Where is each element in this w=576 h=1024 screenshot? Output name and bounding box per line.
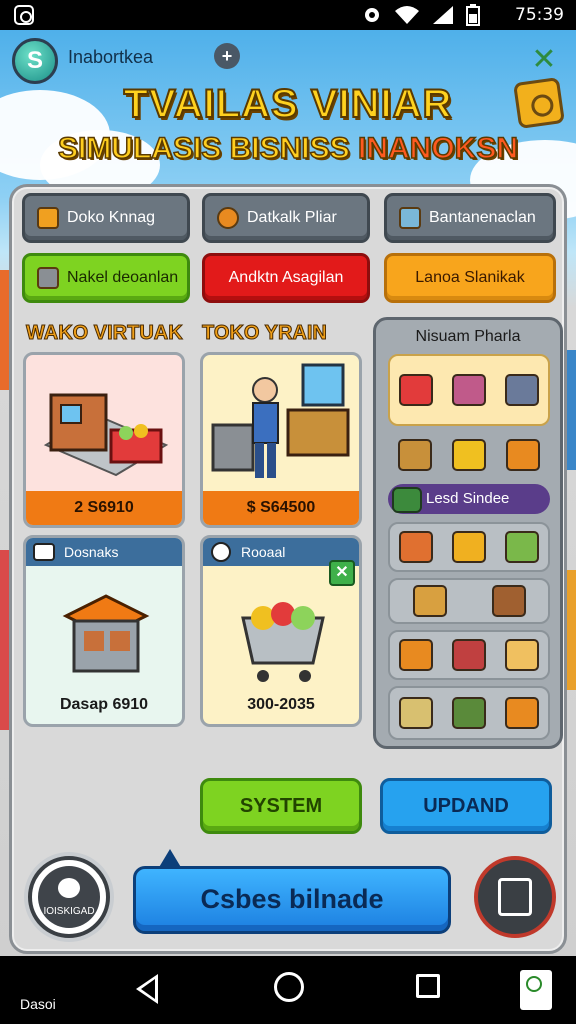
section-label-middle: TOKO YRAIN [202,322,328,345]
shelf-item [451,374,486,406]
card-header-label: Rooaal [241,544,286,560]
item-slot[interactable] [388,522,550,572]
game-screen: S Inabortkea + ✕ TVAILAS VINIAR SIMULASI… [0,30,576,956]
side-panel-label[interactable]: Lesd Sindee [388,484,550,514]
stand-item [398,439,432,471]
home-icon[interactable] [274,972,304,1002]
recent-apps-icon[interactable] [416,974,440,998]
widget-icon[interactable] [520,970,552,1010]
tab-andktn-asagilan[interactable]: Andktn Asagilan [202,253,370,303]
tab-doko-knnag[interactable]: Doko Knnag [22,193,190,243]
item-slot[interactable] [388,578,550,624]
crate-icon [399,207,421,229]
wifi-icon [395,6,419,24]
shop-icon [37,207,59,229]
game-subtitle: SIMULASIS BISNISS INANOKSN [0,131,576,166]
app-notification-icon [14,5,34,25]
tab-lanoa-slanikak[interactable]: Lanoa Slanikak [384,253,556,303]
box-icon [37,267,59,289]
main-action-button[interactable]: Csbes bilnade [133,849,451,934]
chair-item [491,585,526,617]
side-panel-title: Nisuam Pharla [415,328,521,345]
player-name: Inabortkea [68,47,154,67]
add-button[interactable]: + [214,43,240,69]
tab-label: Andktn Asagilan [228,269,344,286]
tab-bantanenaclan[interactable]: Bantanenaclan [384,193,556,243]
close-icon[interactable]: ✕ [329,560,355,586]
tab-label: Bantanenaclan [429,209,536,226]
item-slot[interactable] [388,432,550,478]
card-price: 2 S6910 [26,491,182,525]
kiosk-illustration [62,594,150,673]
navigation-bar: Dasoi [0,956,576,1024]
check-badge-icon [211,542,231,562]
player-badge-icon[interactable]: S [12,38,58,84]
shopkeeper-illustration [211,363,350,478]
shopping-cart-illustration [241,602,325,682]
tab-label: Nakel deoanlan [67,269,179,286]
status-time: 75:39 [515,5,564,25]
card-header-label: Dosnaks [64,544,119,560]
coin-bag-icon [217,207,239,229]
cart-item [504,374,539,406]
card-price: $ S64500 [203,491,359,525]
plant-item [451,697,486,729]
tab-label: Datkalk Pliar [247,209,337,226]
nav-label: Dasoi [20,996,56,1012]
section-label-left: WAKO VIRTUAK [26,322,184,345]
shop-card-rooaal[interactable]: Rooaal ✕ 300-2035 [200,535,362,727]
fridge-item [451,639,486,671]
exit-round-button[interactable] [474,856,556,938]
subtitle-part-2: INANOKSN [357,131,519,166]
profile-round-label: IOISKIGAD [38,866,100,928]
back-icon[interactable] [136,974,158,1004]
bucket-item [504,639,539,671]
stool-item [504,697,539,729]
tab-label: Lanoa Slanikak [415,269,525,286]
system-button[interactable]: SYSTEM [200,778,362,834]
bread-item [399,531,434,563]
update-button[interactable]: UPDAND [380,778,552,834]
shop-card-dosnaks[interactable]: Dosnaks Dasap 6910 [23,535,185,727]
fruit-box-item [399,639,434,671]
notification-icon [365,8,379,22]
tab-nakel-deoanlan[interactable]: Nakel deoanlan [22,253,190,303]
battery-icon [466,4,480,26]
crate-item [452,439,486,471]
side-panel: Nisuam Pharla Lesd Sindee [373,317,563,749]
box-item [506,439,540,471]
game-title: TVAILAS VINIAR [123,81,453,127]
produce-crate-item [504,531,539,563]
tab-label: Doko Knnag [67,209,156,226]
shop-card-store[interactable]: $ S64500 [200,352,362,528]
tools-icon[interactable]: ✕ [524,40,564,80]
item-slot[interactable] [388,354,550,426]
cash-register-item [399,374,434,406]
boxes-item [412,585,447,617]
item-slot[interactable] [388,686,550,740]
shop-card-virtual[interactable]: 2 S6910 [23,352,185,528]
store-counter-illustration [43,393,169,477]
banana-item [451,531,486,563]
trolley-item [399,697,434,729]
card-value: Dasap 6910 [59,696,149,713]
document-icon [498,878,532,916]
status-bar: 75:39 [0,0,576,30]
item-slot[interactable] [388,630,550,680]
tab-datkalk-pliar[interactable]: Datkalk Pliar [202,193,370,243]
tv-icon [33,543,55,561]
subtitle-part-1: SIMULASIS BISNISS [57,131,350,166]
card-value: 300-2035 [247,696,315,713]
profile-round-button[interactable]: IOISKIGAD [28,856,110,938]
signal-icon [433,6,453,24]
